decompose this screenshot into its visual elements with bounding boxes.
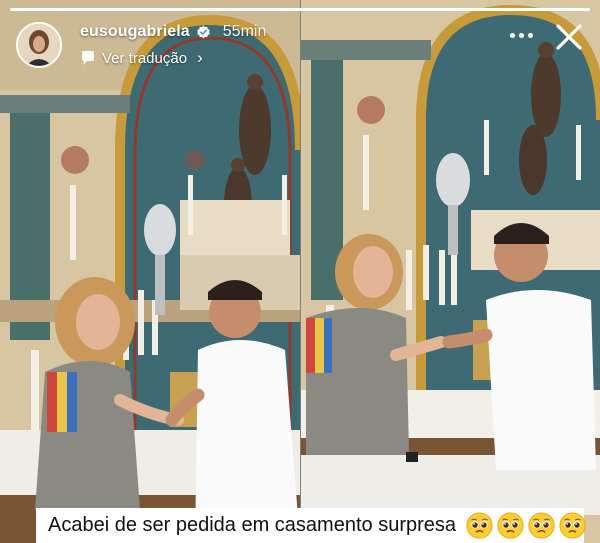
verified-badge-icon — [197, 25, 210, 38]
story-progress-fill — [10, 8, 590, 11]
caption-text: Acabei de ser pedida em casamento surpre… — [48, 514, 457, 536]
username[interactable]: eusougabriela — [80, 23, 190, 41]
speech-bubble-icon — [82, 51, 94, 65]
pleading-face-emoji — [497, 512, 524, 539]
pleading-face-emoji — [559, 512, 586, 539]
avatar[interactable] — [16, 22, 62, 68]
close-icon[interactable] — [552, 20, 586, 54]
story-viewer[interactable]: eusougabriela 55min Ver tradução › Acabe… — [0, 0, 600, 543]
story-progress-bar — [10, 8, 590, 11]
story-caption: Acabei de ser pedida em casamento surpre… — [36, 508, 586, 543]
translate-link[interactable]: Ver tradução › — [80, 48, 203, 68]
translate-label: Ver tradução — [102, 49, 188, 67]
more-options-button[interactable] — [508, 28, 534, 42]
caption-emojis — [466, 512, 586, 539]
chevron-right-icon: › — [197, 48, 203, 67]
story-photo-left — [0, 0, 300, 543]
pleading-face-emoji — [528, 512, 555, 539]
story-photo-right — [300, 0, 600, 543]
pleading-face-emoji — [466, 512, 493, 539]
post-time: 55min — [222, 23, 267, 40]
more-horizontal-icon — [509, 32, 515, 38]
story-header: eusougabriela 55min Ver tradução › — [14, 20, 586, 72]
